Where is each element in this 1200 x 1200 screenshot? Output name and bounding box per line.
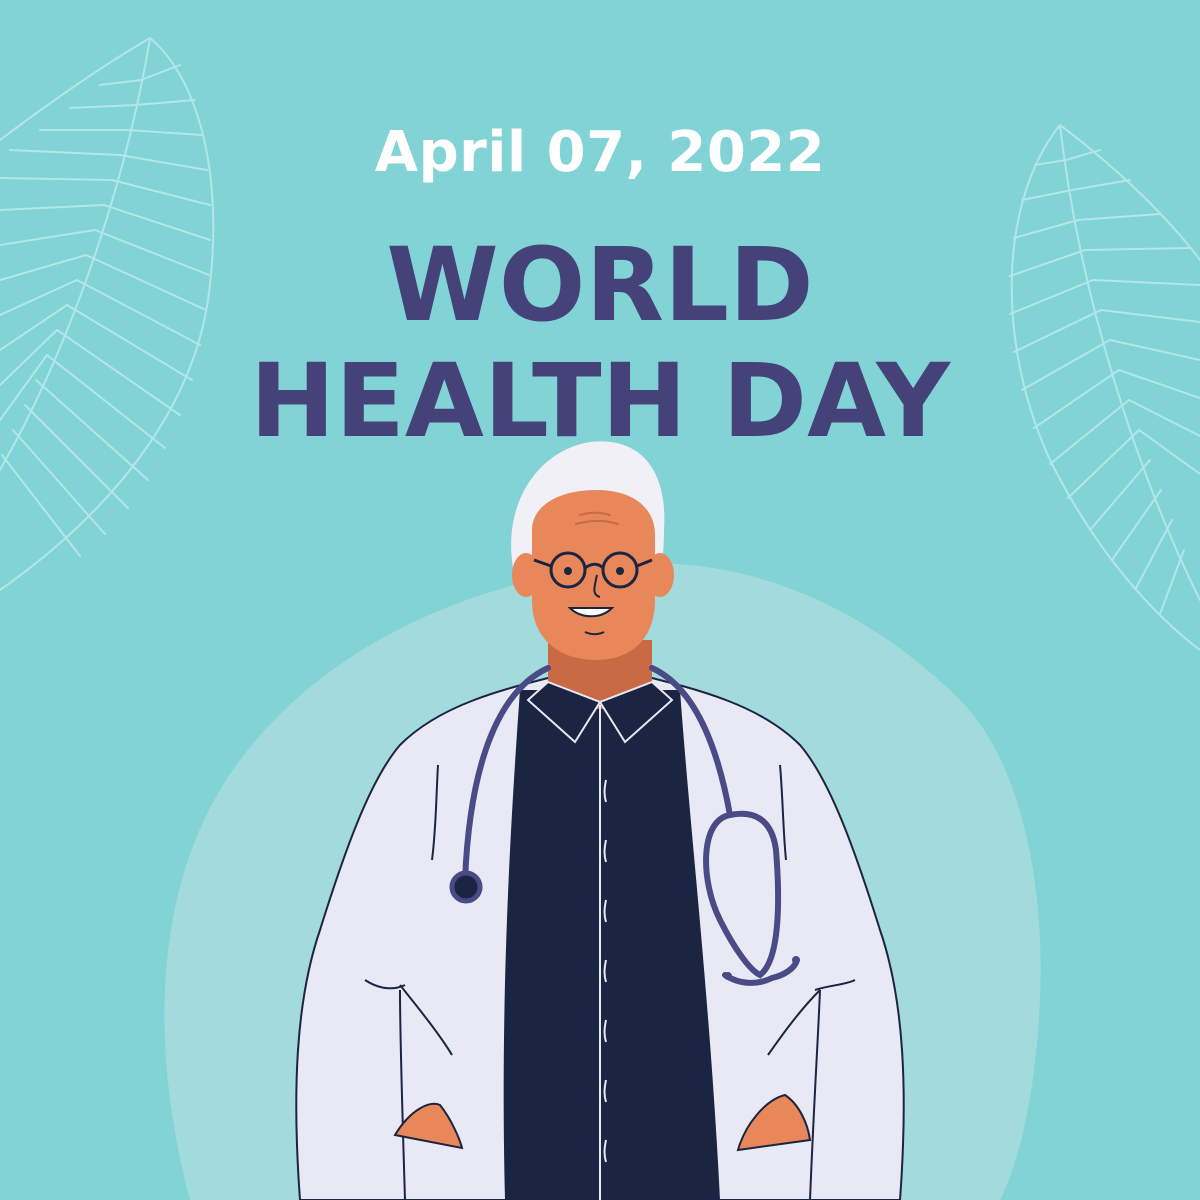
title-line-2: HEALTH DAY: [249, 342, 951, 461]
stethoscope-chestpiece: [449, 870, 483, 904]
event-date: April 07, 2022: [374, 120, 826, 185]
poster: April 07, 2022 WORLD HEALTH DAY: [0, 0, 1200, 1200]
doctor-illustration: [295, 441, 905, 1200]
page-title: WORLD HEALTH DAY: [0, 228, 1200, 460]
title-line-1: WORLD: [386, 226, 814, 345]
